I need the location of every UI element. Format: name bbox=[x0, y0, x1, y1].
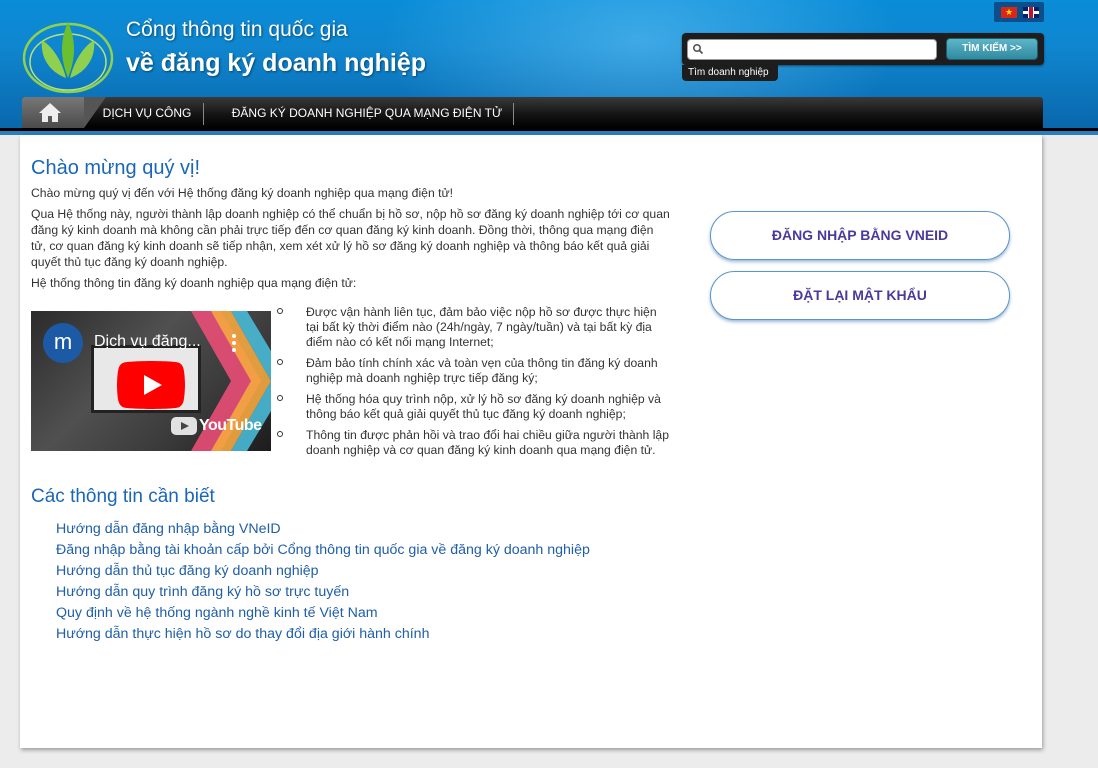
description-text: Qua Hệ thống này, người thành lập doanh … bbox=[31, 207, 670, 269]
list-item: Được vận hành liên tục, đảm bảo việc nộp… bbox=[277, 305, 672, 350]
site-title[interactable]: Cổng thông tin quốc gia về đăng ký doanh… bbox=[126, 16, 426, 80]
youtube-brand-text: YouTube bbox=[199, 417, 262, 434]
search-icon bbox=[692, 43, 704, 55]
link-thu-tuc-dang-ky[interactable]: Hướng dẫn thủ tục đăng ký doanh nghiệp bbox=[56, 563, 319, 579]
nav-item-dang-ky-qua-mang[interactable]: ĐĂNG KÝ DOANH NGHIỆP QUA MẠNG ĐIỆN TỬ bbox=[222, 97, 512, 128]
search-box: TÌM KIẾM >> bbox=[682, 33, 1044, 65]
nav-item-dich-vu-cong[interactable]: DỊCH VỤ CÔNG bbox=[94, 97, 200, 128]
nav-separator bbox=[513, 103, 514, 125]
link-dia-gioi-hanh-chinh[interactable]: Hướng dẫn thực hiện hồ sơ do thay đổi đị… bbox=[56, 626, 429, 642]
play-icon[interactable] bbox=[117, 361, 185, 409]
link-nganh-nghe-kinh-te[interactable]: Quy định về hệ thống ngành nghề kinh tế … bbox=[56, 605, 378, 621]
link-dang-nhap-tai-khoan[interactable]: Đăng nhập bằng tài khoản cấp bởi Cổng th… bbox=[56, 542, 590, 558]
english-flag-icon[interactable] bbox=[1023, 7, 1039, 18]
info-section-title: Các thông tin cần biết bbox=[31, 486, 215, 507]
welcome-title: Chào mừng quý vị! bbox=[31, 157, 201, 179]
language-switcher bbox=[994, 2, 1044, 22]
link-huong-dan-vneid[interactable]: Hướng dẫn đăng nhập bằng VNeID bbox=[56, 521, 281, 537]
channel-avatar[interactable]: m bbox=[43, 323, 83, 363]
list-item: Hướng dẫn đăng nhập bằng VNeID bbox=[56, 519, 590, 540]
list-item: Thông tin được phản hồi và trao đổi hai … bbox=[277, 428, 672, 458]
info-links: Hướng dẫn đăng nhập bằng VNeID Đăng nhập… bbox=[56, 519, 590, 645]
list-item: Hướng dẫn quy trình đăng ký hồ sơ trực t… bbox=[56, 582, 590, 603]
features-intro: Hệ thống thông tin đăng ký doanh nghiệp … bbox=[31, 276, 357, 290]
list-item: Hướng dẫn thủ tục đăng ký doanh nghiệp bbox=[56, 561, 590, 582]
main-nav: DỊCH VỤ CÔNG ĐĂNG KÝ DOANH NGHIỆP QUA MẠ… bbox=[22, 97, 1043, 128]
home-icon bbox=[39, 103, 61, 122]
list-item: Hệ thống hóa quy trình nộp, xử lý hồ sơ … bbox=[277, 392, 672, 422]
vietnamese-flag-icon[interactable] bbox=[1001, 5, 1017, 19]
site-logo[interactable] bbox=[20, 8, 116, 96]
reset-password-button[interactable]: ĐẶT LẠI MẬT KHẨU bbox=[710, 271, 1010, 320]
youtube-icon bbox=[171, 417, 197, 435]
nav-separator bbox=[203, 103, 204, 125]
search-hint[interactable]: Tìm doanh nghiệp bbox=[682, 65, 778, 81]
youtube-video[interactable]: m Dịch vụ đăng... YouTube bbox=[31, 311, 271, 451]
content-panel: Chào mừng quý vị! Chào mừng quý vị đến v… bbox=[20, 135, 1042, 748]
search-input[interactable] bbox=[687, 39, 937, 60]
search-button[interactable]: TÌM KIẾM >> bbox=[946, 38, 1038, 60]
list-item: Quy định về hệ thống ngành nghề kinh tế … bbox=[56, 603, 590, 624]
nav-home[interactable] bbox=[22, 97, 84, 128]
youtube-logo[interactable]: YouTube bbox=[171, 415, 262, 437]
link-quy-trinh-truc-tuyen[interactable]: Hướng dẫn quy trình đăng ký hồ sơ trực t… bbox=[56, 584, 349, 600]
list-item: Đảm bảo tính chính xác và toàn vẹn của t… bbox=[277, 356, 672, 386]
site-header: Cổng thông tin quốc gia về đăng ký doanh… bbox=[0, 0, 1098, 135]
site-title-line2: về đăng ký doanh nghiệp bbox=[126, 49, 427, 77]
intro-text: Chào mừng quý vị đến với Hệ thống đăng k… bbox=[31, 186, 454, 200]
video-title[interactable]: Dịch vụ đăng... bbox=[94, 333, 201, 351]
list-item: Đăng nhập bằng tài khoản cấp bởi Cổng th… bbox=[56, 540, 590, 561]
more-options-icon[interactable] bbox=[231, 333, 237, 353]
login-vneid-button[interactable]: ĐĂNG NHẬP BẰNG VNEID bbox=[710, 211, 1010, 260]
list-item: Hướng dẫn thực hiện hồ sơ do thay đổi đị… bbox=[56, 624, 590, 645]
features-list: Được vận hành liên tục, đảm bảo việc nộp… bbox=[277, 305, 672, 464]
site-title-line1: Cổng thông tin quốc gia bbox=[126, 18, 348, 41]
